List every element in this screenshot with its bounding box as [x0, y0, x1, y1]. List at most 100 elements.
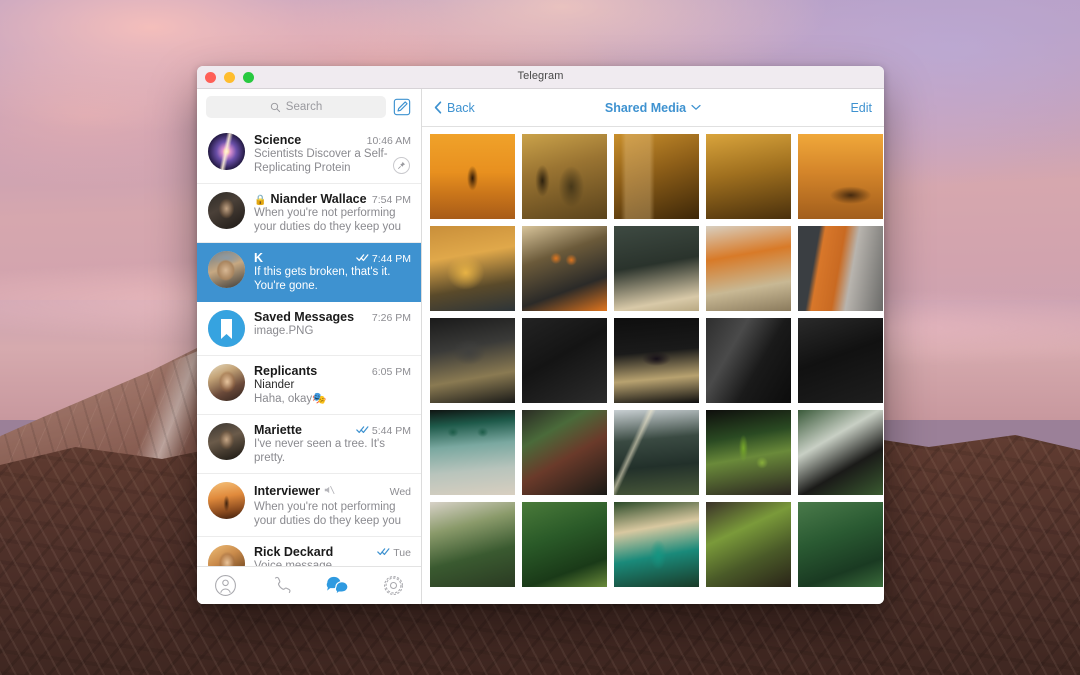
chat-timestamp: 7:44 PM [371, 253, 411, 265]
shared-media-navbar: Back Shared Media Edit [422, 89, 884, 127]
chat-preview: When you're not performing your duties d… [254, 207, 402, 233]
media-tile[interactable] [430, 134, 515, 219]
chat-name: Rick Deckard [254, 545, 334, 559]
chat-time: Tue [377, 547, 411, 559]
person-icon [214, 575, 236, 596]
read-ticks-icon [356, 425, 369, 437]
chat-preview: When you're not performing your duties d… [254, 501, 402, 527]
media-tile[interactable] [522, 502, 607, 587]
chat-preview: Scientists Discover a Self-Replicating P… [254, 148, 388, 174]
chat-name: Niander Wallace [270, 192, 367, 206]
avatar [208, 545, 245, 566]
chat-time: 6:05 PM [372, 366, 411, 378]
search-placeholder: Search [285, 101, 323, 113]
chat-time: Wed [390, 486, 411, 498]
media-tile[interactable] [798, 502, 883, 587]
media-tile[interactable] [706, 134, 791, 219]
media-tile[interactable] [706, 410, 791, 495]
search-input[interactable]: Search [206, 96, 386, 118]
media-tile[interactable] [614, 318, 699, 403]
chat-list-item[interactable]: Saved Messages 7:26 PM image.PNG [197, 302, 421, 356]
media-tile[interactable] [522, 226, 607, 311]
chat-list-item[interactable]: Rick Deckard Tue Voice message [197, 537, 421, 566]
avatar [208, 251, 245, 288]
read-ticks-icon [377, 547, 390, 559]
chat-list[interactable]: Science 10:46 AM Scientists Discover a Sel… [197, 125, 421, 566]
media-tile[interactable] [798, 318, 883, 403]
media-grid[interactable] [422, 127, 884, 604]
media-tile[interactable] [614, 410, 699, 495]
shared-media-title: Shared Media [422, 101, 884, 115]
contacts-tab[interactable] [208, 573, 242, 599]
media-tile[interactable] [430, 318, 515, 403]
chats-tab[interactable] [320, 573, 354, 599]
chat-list-item[interactable]: 🔒 Niander Wallace 7:54 PM When you're not p… [197, 184, 421, 243]
back-button[interactable]: Back [434, 101, 475, 115]
edit-button[interactable]: Edit [850, 101, 872, 115]
chat-name: Interviewer [254, 484, 321, 498]
media-tile[interactable] [706, 318, 791, 403]
chat-time: 5:44 PM [356, 425, 411, 437]
media-tile[interactable] [614, 134, 699, 219]
media-tile[interactable] [798, 134, 883, 219]
chat-name: Saved Messages [254, 310, 355, 324]
window-titlebar[interactable]: Telegram [197, 66, 884, 89]
tab-bar[interactable] [197, 566, 421, 604]
sidebar: Search Science 10:46 AM Scientists Discove… [197, 89, 422, 604]
shared-media-title-label[interactable]: Shared Media [605, 101, 686, 115]
phone-icon [274, 576, 291, 594]
chat-time: 7:44 PM [356, 253, 411, 265]
compose-icon [393, 98, 411, 116]
media-tile[interactable] [614, 226, 699, 311]
chat-bubbles-icon [326, 576, 349, 597]
chevron-left-icon [434, 101, 442, 114]
pinned-badge [393, 157, 410, 174]
telegram-window[interactable]: Telegram Search Science 10:46 AM Scienti… [197, 66, 884, 604]
chat-timestamp: 7:54 PM [371, 194, 411, 206]
gear-icon [383, 576, 403, 595]
chat-list-item[interactable]: K 7:44 PM If this gets broken, that's it. … [197, 243, 421, 302]
media-tile[interactable] [798, 410, 883, 495]
chat-list-item[interactable]: Interviewer Wed When you're not performing… [197, 474, 421, 537]
chat-time: 7:54 PM [372, 194, 411, 206]
media-tile[interactable] [706, 226, 791, 311]
chat-list-item[interactable]: Science 10:46 AM Scientists Discover a Sel… [197, 125, 421, 184]
media-tile[interactable] [798, 226, 883, 311]
chat-timestamp: Tue [393, 547, 411, 559]
chat-timestamp: 6:05 PM [371, 366, 411, 378]
chat-timestamp: 5:44 PM [371, 425, 411, 437]
avatar [208, 364, 245, 401]
media-tile[interactable] [614, 502, 699, 587]
chat-preview: image.PNG [254, 325, 314, 337]
media-tile[interactable] [522, 318, 607, 403]
chat-name: Science [254, 133, 302, 147]
media-tile[interactable] [706, 502, 791, 587]
desktop-wallpaper: Telegram Search Science 10:46 AM Scienti… [0, 0, 1080, 675]
media-tile[interactable] [430, 226, 515, 311]
chat-timestamp: Wed [389, 486, 411, 498]
chat-list-item[interactable]: Mariette 5:44 PM I've never seen a tree. I… [197, 415, 421, 474]
chat-list-item[interactable]: Replicants 6:05 PM Niander Haha, okay🎭 [197, 356, 421, 415]
search-row: Search [197, 89, 421, 125]
back-label: Back [447, 100, 475, 115]
media-tile[interactable] [430, 502, 515, 587]
chevron-down-icon[interactable] [691, 104, 701, 111]
chat-timestamp: 7:26 PM [371, 312, 411, 324]
chat-preview: Haha, okay🎭 [254, 393, 327, 405]
avatar [208, 133, 245, 170]
chat-time: 7:26 PM [372, 312, 411, 324]
calls-tab[interactable] [264, 573, 298, 599]
media-tile[interactable] [522, 410, 607, 495]
compose-button[interactable] [392, 97, 412, 117]
settings-tab[interactable] [376, 573, 410, 599]
read-ticks-icon [356, 253, 369, 265]
avatar [208, 482, 245, 519]
chat-time: 10:46 AM [367, 135, 411, 147]
lock-icon: 🔒 [254, 195, 267, 206]
search-icon [270, 102, 280, 112]
media-tile[interactable] [522, 134, 607, 219]
chat-preview: If this gets broken, that's it. You're g… [254, 266, 391, 292]
window-title: Telegram [517, 70, 564, 82]
media-tile[interactable] [430, 410, 515, 495]
avatar [208, 310, 245, 347]
